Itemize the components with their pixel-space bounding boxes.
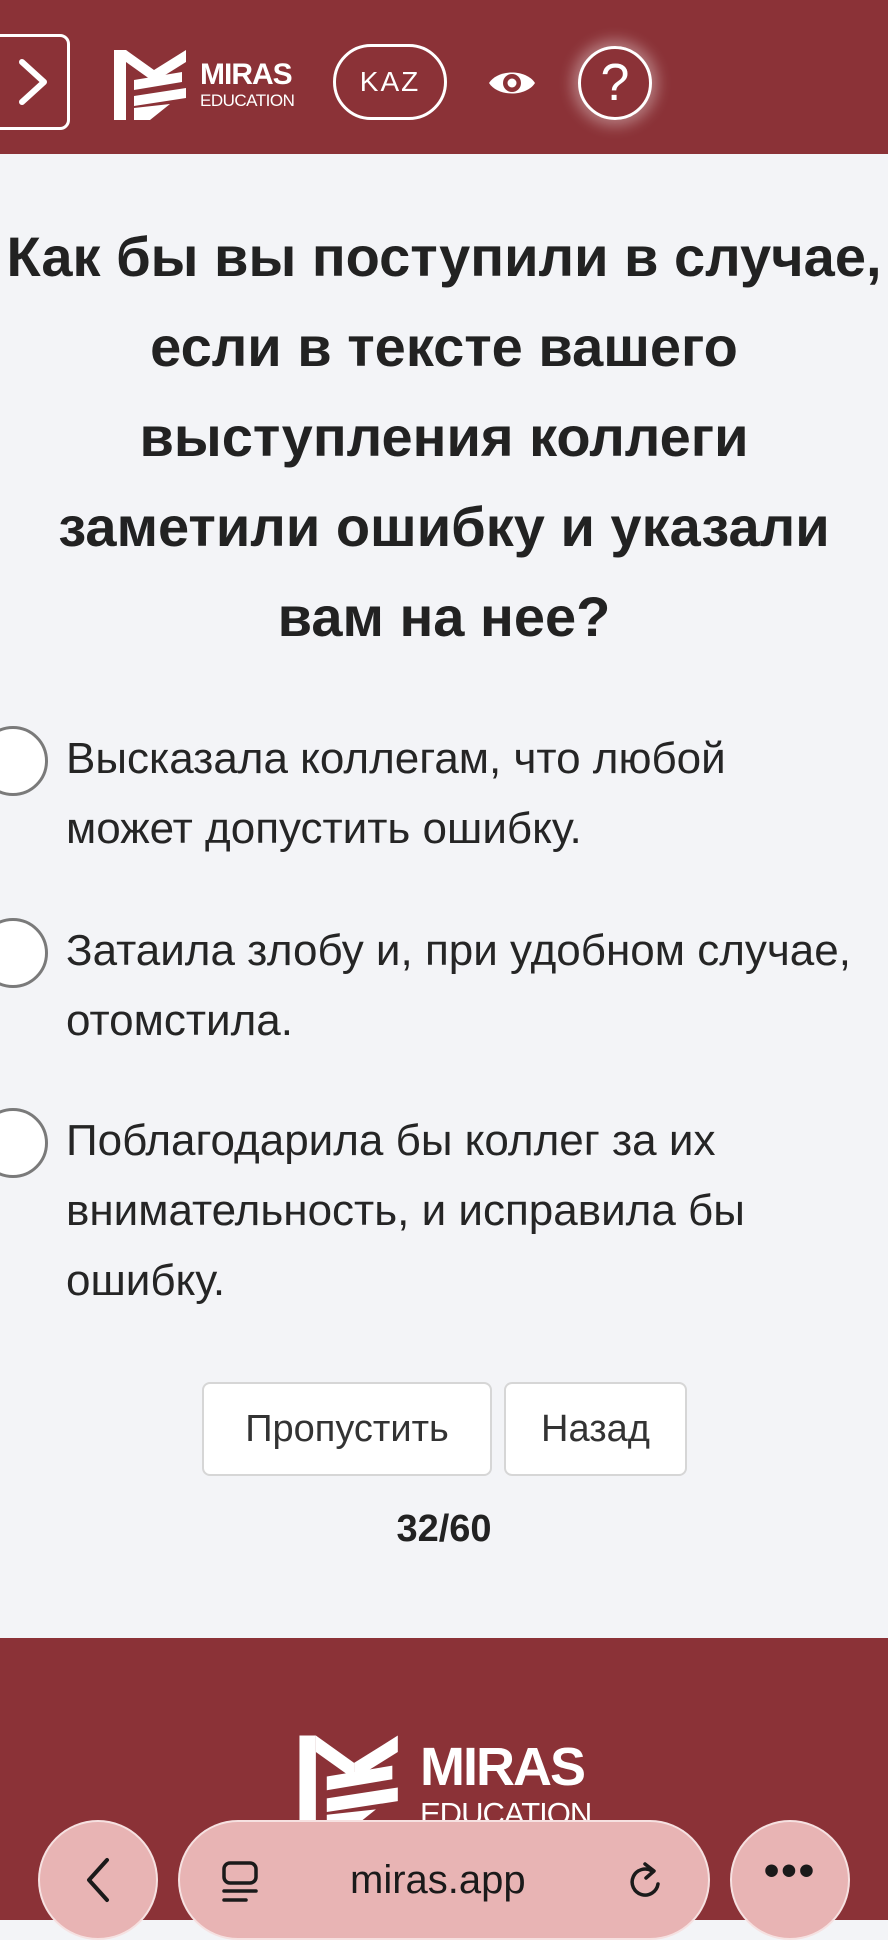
app-header: MIRAS EDUCATION KAZ ? bbox=[0, 0, 888, 154]
skip-button[interactable]: Пропустить bbox=[202, 1382, 492, 1476]
browser-more-button[interactable]: ••• bbox=[730, 1820, 850, 1940]
chevron-right-icon bbox=[19, 59, 47, 105]
url-text: miras.app bbox=[350, 1858, 526, 1902]
browser-toolbar: miras.app ••• bbox=[0, 1818, 888, 1940]
radio-button[interactable] bbox=[0, 726, 48, 796]
answer-option-1[interactable]: Высказала коллегам, что любой может допу… bbox=[0, 726, 888, 866]
more-icon: ••• bbox=[763, 1846, 817, 1895]
header-logo[interactable]: MIRAS EDUCATION bbox=[110, 44, 295, 124]
question-text: Как бы вы поступили в случае, если в тек… bbox=[6, 225, 882, 648]
browser-back-button[interactable] bbox=[38, 1820, 158, 1940]
back-button[interactable]: Назад bbox=[504, 1382, 687, 1476]
answer-option-label: Высказала коллегам, что любой может допу… bbox=[66, 734, 726, 853]
question-icon: ? bbox=[600, 54, 630, 112]
accessibility-view-button[interactable] bbox=[484, 58, 540, 108]
radio-button[interactable] bbox=[0, 918, 48, 988]
language-switch-button[interactable]: KAZ bbox=[333, 44, 447, 120]
reader-icon bbox=[222, 1861, 258, 1902]
answer-option-3[interactable]: Поблагодарила бы коллег за их внимательн… bbox=[0, 1108, 888, 1318]
answer-option-label: Поблагодарила бы коллег за их внимательн… bbox=[66, 1116, 745, 1305]
menu-toggle-button[interactable] bbox=[0, 34, 70, 130]
question-counter: 32/60 bbox=[396, 1508, 492, 1550]
chevron-left-icon bbox=[87, 1858, 109, 1902]
radio-button[interactable] bbox=[0, 1108, 48, 1178]
answer-option-label: Затаила злобу и, при удобном случае, ото… bbox=[66, 926, 851, 1045]
help-button[interactable]: ? bbox=[578, 46, 652, 120]
reload-icon[interactable] bbox=[626, 1860, 666, 1904]
eye-icon bbox=[489, 72, 535, 94]
logo-subtitle: EDUCATION bbox=[200, 90, 295, 110]
footer-logo-wordmark: MIRAS bbox=[420, 1737, 586, 1797]
answer-option-2[interactable]: Затаила злобу и, при удобном случае, ото… bbox=[0, 918, 888, 1058]
address-bar[interactable]: miras.app bbox=[178, 1820, 710, 1940]
logo-wordmark: MIRAS bbox=[200, 57, 293, 91]
miras-logo-mark-icon bbox=[114, 50, 186, 120]
